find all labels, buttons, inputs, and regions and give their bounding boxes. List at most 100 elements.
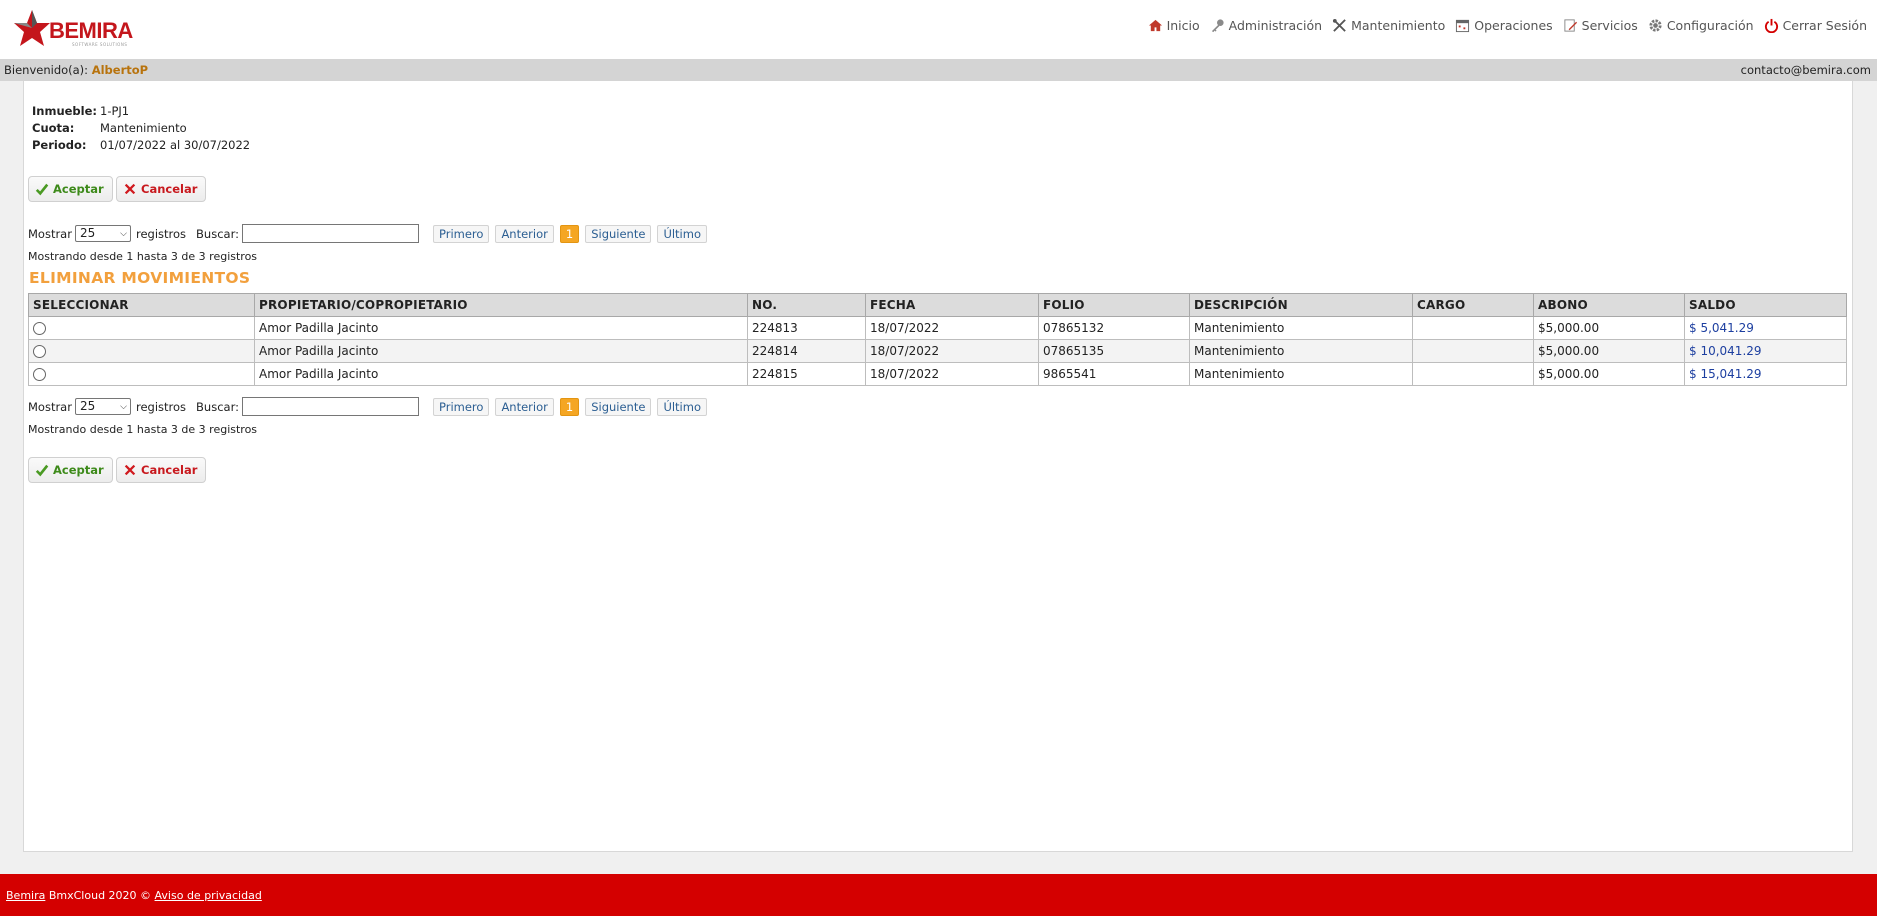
accept-button-top[interactable]: Aceptar — [28, 176, 113, 202]
descripcion-cell: Mantenimiento — [1189, 362, 1413, 386]
col-header-propietario: PROPIETARIO/COPROPIETARIO — [254, 293, 748, 317]
page-current-button[interactable]: 1 — [559, 397, 580, 416]
page-next-button[interactable]: Siguiente — [585, 224, 652, 243]
abono-cell: $5,000.00 — [1533, 316, 1685, 340]
descripcion-cell: Mantenimiento — [1189, 339, 1413, 363]
close-icon — [124, 183, 136, 195]
table-row: Amor Padilla Jacinto 224815 18/07/2022 9… — [28, 362, 1847, 386]
inmueble-label: Inmueble: — [32, 104, 98, 118]
page-size-select[interactable]: 25 ⌵ — [74, 398, 131, 415]
no-cell: 224814 — [747, 339, 866, 363]
page-first-button[interactable]: Primero — [432, 224, 490, 243]
movements-table: SELECCIONAR PROPIETARIO/COPROPIETARIO NO… — [28, 293, 1847, 386]
page-last-button[interactable]: Último — [657, 224, 707, 243]
content-panel: Inmueble: 1-PJ1 Cuota: Mantenimiento Per… — [23, 81, 1853, 852]
select-radio[interactable] — [33, 368, 46, 381]
page-size-value: 25 — [79, 399, 96, 413]
section-title: ELIMINAR MOVIMIENTOS — [29, 269, 251, 287]
page-first-button[interactable]: Primero — [432, 397, 490, 416]
nav-label: Servicios — [1581, 18, 1638, 33]
accept-button-bottom[interactable]: Aceptar — [28, 457, 113, 483]
pagination: Primero Anterior 1 Siguiente Último — [432, 224, 707, 243]
search-input[interactable] — [241, 397, 419, 416]
cuota-value: Mantenimiento — [100, 121, 187, 135]
saldo-cell: $ 10,041.29 — [1684, 339, 1847, 363]
page-last-button[interactable]: Último — [657, 397, 707, 416]
col-header-descripcion: DESCRIPCIÓN — [1189, 293, 1413, 317]
saldo-cell: $ 15,041.29 — [1684, 362, 1847, 386]
nav-label: Administración — [1228, 18, 1323, 33]
nav-administracion[interactable]: Administración — [1210, 18, 1322, 33]
no-cell: 224815 — [747, 362, 866, 386]
footer-brand-link[interactable]: Bemira — [6, 889, 45, 902]
accept-label: Aceptar — [53, 463, 104, 477]
search-input[interactable] — [241, 224, 419, 243]
periodo-label: Periodo: — [32, 138, 87, 152]
owner-cell: Amor Padilla Jacinto — [254, 316, 748, 340]
page-prev-button[interactable]: Anterior — [495, 224, 554, 243]
gear-icon — [1649, 19, 1662, 32]
nav-configuracion[interactable]: Configuración — [1648, 18, 1754, 33]
calendar-icon — [1456, 19, 1470, 33]
cancel-label: Cancelar — [141, 182, 198, 196]
nav-inicio[interactable]: Inicio — [1148, 18, 1200, 33]
col-header-folio: FOLIO — [1038, 293, 1190, 317]
nav-label: Inicio — [1166, 18, 1200, 33]
username: AlbertoP — [91, 63, 149, 77]
nav-mantenimiento[interactable]: Mantenimiento — [1332, 18, 1445, 33]
nav-cerrar-sesion[interactable]: Cerrar Sesión — [1764, 18, 1867, 33]
nav-label: Cerrar Sesión — [1782, 18, 1867, 33]
records-label: registros — [135, 226, 187, 241]
nav-servicios[interactable]: Servicios — [1563, 18, 1638, 33]
info-inmueble: Inmueble: 1-PJ1 — [32, 103, 250, 120]
accept-label: Aceptar — [53, 182, 104, 196]
show-label: Mostrar — [28, 226, 72, 241]
edit-icon — [1564, 19, 1577, 32]
folio-cell: 9865541 — [1038, 362, 1190, 386]
chevron-down-icon: ⌵ — [120, 229, 127, 239]
cancel-button-top[interactable]: Cancelar — [116, 176, 207, 202]
cancel-label: Cancelar — [141, 463, 198, 477]
info-cuota: Cuota: Mantenimiento — [32, 120, 250, 137]
welcome-prefix: Bienvenido(a): — [4, 63, 89, 77]
fecha-cell: 18/07/2022 — [865, 339, 1039, 363]
col-header-no: NO. — [747, 293, 866, 317]
nav-operaciones[interactable]: Operaciones — [1455, 18, 1553, 33]
logo-subtitle: SOFTWARE SOLUTIONS — [72, 42, 128, 47]
owner-cell: Amor Padilla Jacinto — [254, 362, 748, 386]
select-radio[interactable] — [33, 345, 46, 358]
top-header: BEMIRA SOFTWARE SOLUTIONS Inicio Adminis… — [0, 0, 1877, 59]
col-header-abono: ABONO — [1533, 293, 1685, 317]
page-prev-button[interactable]: Anterior — [495, 397, 554, 416]
showing-info-top: Mostrando desde 1 hasta 3 de 3 registros — [28, 250, 258, 263]
folio-cell: 07865132 — [1038, 316, 1190, 340]
privacy-link[interactable]: Aviso de privacidad — [155, 889, 262, 902]
page-next-button[interactable]: Siguiente — [585, 397, 652, 416]
search-label: Buscar: — [196, 399, 239, 414]
bemira-logo[interactable]: BEMIRA SOFTWARE SOLUTIONS — [12, 8, 142, 50]
abono-cell: $5,000.00 — [1533, 339, 1685, 363]
col-header-seleccionar: SELECCIONAR — [28, 293, 255, 317]
tools-icon — [1333, 18, 1346, 32]
cancel-button-bottom[interactable]: Cancelar — [116, 457, 207, 483]
page-current-button[interactable]: 1 — [559, 224, 580, 243]
periodo-value: 01/07/2022 al 30/07/2022 — [100, 138, 251, 152]
select-radio[interactable] — [33, 322, 46, 335]
cargo-cell — [1412, 316, 1534, 340]
select-cell — [28, 339, 255, 363]
select-cell — [28, 316, 255, 340]
logo-text: BEMIRA — [49, 18, 133, 43]
info-periodo: Periodo: 01/07/2022 al 30/07/2022 — [32, 137, 250, 154]
showing-info-bottom: Mostrando desde 1 hasta 3 de 3 registros — [28, 423, 258, 436]
inmueble-value: 1-PJ1 — [100, 104, 130, 118]
col-header-fecha: FECHA — [865, 293, 1039, 317]
check-icon — [35, 183, 49, 196]
welcome-bar: Bienvenido(a): AlbertoP contacto@bemira.… — [0, 59, 1877, 81]
home-icon — [1148, 19, 1162, 32]
contact-email: contacto@bemira.com — [1740, 63, 1871, 77]
fecha-cell: 18/07/2022 — [865, 316, 1039, 340]
check-icon — [35, 464, 49, 477]
folio-cell: 07865135 — [1038, 339, 1190, 363]
cuota-label: Cuota: — [32, 121, 75, 135]
page-size-select[interactable]: 25 ⌵ — [74, 225, 131, 242]
